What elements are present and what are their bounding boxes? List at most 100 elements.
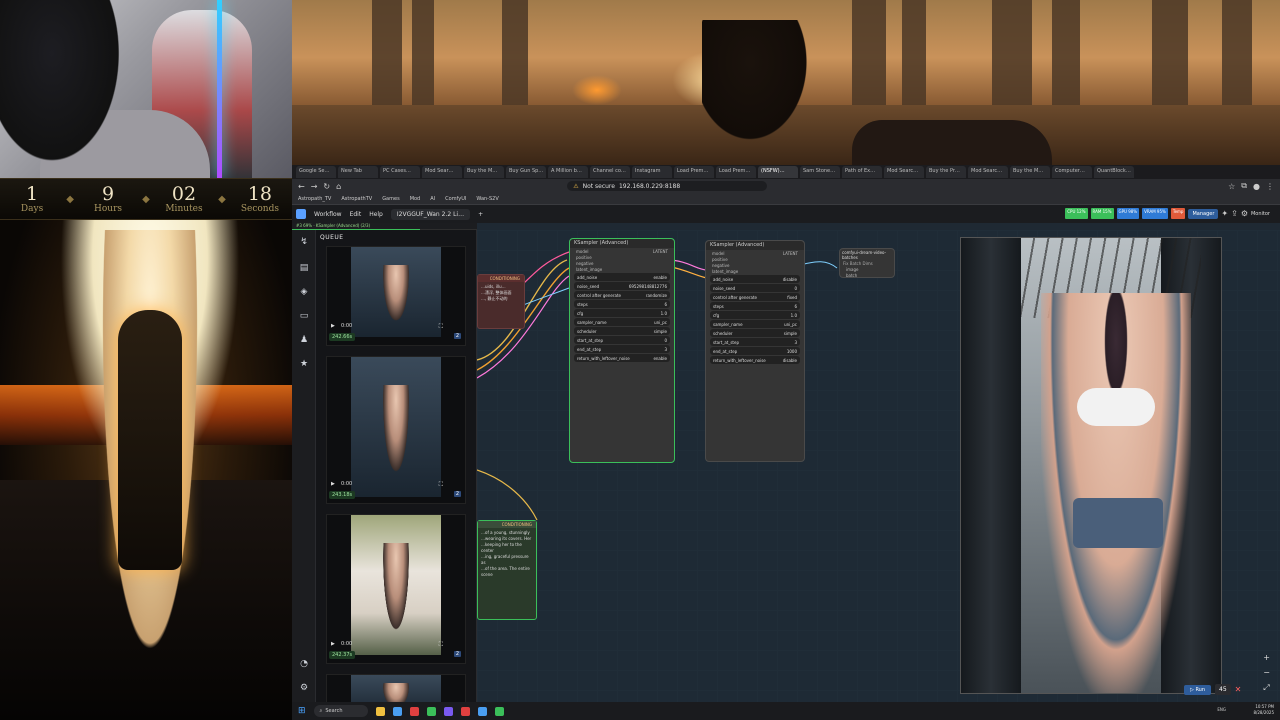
browser-tab[interactable]: Google Se… xyxy=(296,166,336,178)
bookmark-item[interactable]: Wan-S2V xyxy=(476,196,498,202)
address-bar[interactable]: ⚠ Not secure 192.168.0.229:8188 xyxy=(567,181,768,191)
share-icon[interactable]: ⇪ xyxy=(1231,209,1238,218)
browser-tab[interactable]: Channel co… xyxy=(590,166,630,178)
profile-icon[interactable]: ● xyxy=(1253,182,1260,191)
bookmark-star-icon[interactable]: ☆ xyxy=(1228,182,1235,191)
file-explorer-icon[interactable] xyxy=(375,706,385,716)
templates-icon[interactable]: ♟ xyxy=(298,334,310,346)
node-widget-return-with-leftover-noise[interactable]: return_with_leftover_noise enable xyxy=(574,354,670,362)
queue-output-count[interactable]: 2 xyxy=(453,333,461,339)
history-icon[interactable]: ◔ xyxy=(298,658,310,670)
node-widget-sampler-name[interactable]: sampler_name uni_pc xyxy=(710,320,800,328)
queue-item[interactable]: ▶ 0:00 ⛶ 243.18s 2 xyxy=(326,356,466,504)
play-icon[interactable]: ▶ xyxy=(331,481,335,487)
windows-start-icon[interactable]: ⊞ xyxy=(298,706,306,716)
comfy-logo-icon[interactable] xyxy=(296,209,306,219)
settings-gear-icon[interactable]: ⚙ xyxy=(298,682,310,694)
browser-tab[interactable]: PC Cases… xyxy=(380,166,420,178)
play-icon[interactable]: ▶ xyxy=(331,641,335,647)
app-icon[interactable] xyxy=(494,706,504,716)
browser-tab[interactable]: (NSFW)… xyxy=(758,166,798,178)
node-widget-steps[interactable]: steps 6 xyxy=(574,300,670,308)
input-port-negative[interactable]: negative xyxy=(576,261,594,266)
node-widget-start-at-step[interactable]: start_at_step 0 xyxy=(574,336,670,344)
output-port-latent[interactable]: LATENT xyxy=(653,249,668,254)
node-widget-noise-seed[interactable]: noise_seed 0 xyxy=(710,284,800,292)
node-widget-start-at-step[interactable]: start_at_step 3 xyxy=(710,338,800,346)
node-widget-cfg[interactable]: cfg 1.0 xyxy=(710,311,800,319)
extensions-icon[interactable]: ⧉ xyxy=(1241,181,1247,191)
back-icon[interactable]: ← xyxy=(298,182,305,191)
node-widget-scheduler[interactable]: scheduler simple xyxy=(710,329,800,337)
menu-icon[interactable]: ⋮ xyxy=(1266,182,1274,191)
workflow-tab[interactable]: I2VGGUF_Wan 2.2 Li… xyxy=(390,208,471,220)
batch-count-input[interactable]: 45 xyxy=(1215,684,1231,695)
taskbar-search[interactable]: ⌕ Search xyxy=(313,705,368,717)
browser-tab[interactable]: Computer… xyxy=(1052,166,1092,178)
cancel-run-icon[interactable]: ✕ xyxy=(1235,685,1242,694)
forward-icon[interactable]: → xyxy=(311,182,318,191)
node-graph-canvas[interactable]: CONDITIONING …uids, illu… …漂浮, 整体画面 …, 静… xyxy=(477,230,1280,705)
menu-help[interactable]: Help xyxy=(369,211,383,218)
browser-tab[interactable]: Buy Gun Sp… xyxy=(506,166,546,178)
queue-output-count[interactable]: 2 xyxy=(453,651,461,657)
node-widget-scheduler[interactable]: scheduler simple xyxy=(574,327,670,335)
home-icon[interactable]: ⌂ xyxy=(336,182,341,191)
preview-image-output[interactable] xyxy=(960,237,1222,694)
fullscreen-icon[interactable]: ⛶ xyxy=(439,323,443,331)
browser-tab[interactable]: Buy the Pr… xyxy=(926,166,966,178)
settings-icon[interactable]: ⚙ xyxy=(1241,209,1248,218)
bookmark-item[interactable]: AstropathTV xyxy=(341,196,372,202)
ksampler-node-2[interactable]: KSampler (Advanced) model LATENT positiv… xyxy=(705,240,805,462)
node-library-icon[interactable]: ▤ xyxy=(298,262,310,274)
conditioning-node[interactable]: CONDITIONING …uids, illu… …漂浮, 整体画面 …, 静… xyxy=(477,274,525,329)
browser-tab[interactable]: Path of Ex… xyxy=(842,166,882,178)
node-widget-add-noise[interactable]: add_noise enable xyxy=(574,273,670,281)
node-widget-end-at-step[interactable]: end_at_step 1000 xyxy=(710,347,800,355)
input-port-latent-image[interactable]: latent_image xyxy=(576,267,602,272)
fit-view-icon[interactable]: ⤢ xyxy=(1263,683,1270,693)
input-port-model[interactable]: model xyxy=(712,251,724,256)
node-widget-sampler-name[interactable]: sampler_name uni_pc xyxy=(574,318,670,326)
browser-tab[interactable]: Load Prem… xyxy=(674,166,714,178)
chrome-icon[interactable] xyxy=(409,706,419,716)
browser-tab[interactable]: Mod Searc… xyxy=(968,166,1008,178)
browser-tab[interactable]: New Tab xyxy=(338,166,378,178)
node-widget-steps[interactable]: steps 6 xyxy=(710,302,800,310)
browser-tab[interactable]: Mod Sear… xyxy=(422,166,462,178)
system-clock[interactable]: 10:57 PM 8/28/2025 xyxy=(1253,704,1274,716)
input-port-positive[interactable]: positive xyxy=(576,255,592,260)
output-port-latent[interactable]: LATENT xyxy=(783,251,798,256)
bookmark-item[interactable]: Astropath_TV xyxy=(298,196,331,202)
node-widget-cfg[interactable]: cfg 1.0 xyxy=(574,309,670,317)
queue-thumbnail[interactable] xyxy=(351,675,441,705)
zoom-out-icon[interactable]: − xyxy=(1263,668,1270,677)
fullscreen-icon[interactable]: ⛶ xyxy=(439,641,443,649)
browser-tab[interactable]: Load Prem… xyxy=(716,166,756,178)
ksampler-node-1[interactable]: KSampler (Advanced) model LATENT positiv… xyxy=(569,238,675,463)
edge-icon[interactable] xyxy=(392,706,402,716)
app-icon[interactable] xyxy=(426,706,436,716)
bookmark-item[interactable]: AI xyxy=(430,196,435,202)
browser-tab[interactable]: Buy the M… xyxy=(1010,166,1050,178)
queue-output-count[interactable]: 2 xyxy=(453,491,461,497)
node-widget-return-with-leftover-noise[interactable]: return_with_leftover_noise disable xyxy=(710,356,800,364)
fullscreen-icon[interactable]: ⛶ xyxy=(439,481,443,489)
input-port-latent-image[interactable]: latent_image xyxy=(712,269,738,274)
node-widget-add-noise[interactable]: add_noise disable xyxy=(710,275,800,283)
queue-icon[interactable]: ↯ xyxy=(298,236,310,248)
reload-icon[interactable]: ↻ xyxy=(323,182,330,191)
queue-thumbnail[interactable] xyxy=(351,357,441,497)
queue-item[interactable]: ▶ 0:00 ⛶ 242.37s 2 xyxy=(326,514,466,664)
input-port-image[interactable]: image xyxy=(846,267,858,272)
input-port-positive[interactable]: positive xyxy=(712,257,728,262)
zoom-in-icon[interactable]: + xyxy=(1263,653,1270,662)
queue-item[interactable] xyxy=(326,674,466,705)
node-widget-end-at-step[interactable]: end_at_step 3 xyxy=(574,345,670,353)
browser-tab[interactable]: QuantBlock… xyxy=(1094,166,1134,178)
node-widget-control-after-generate[interactable]: control after generate randomize xyxy=(574,291,670,299)
language-indicator[interactable]: ENG xyxy=(1217,707,1226,712)
bookmark-item[interactable]: ComfyUI xyxy=(445,196,466,202)
bookmark-item[interactable]: Mod xyxy=(410,196,421,202)
browser-tab[interactable]: Mod Searc… xyxy=(884,166,924,178)
